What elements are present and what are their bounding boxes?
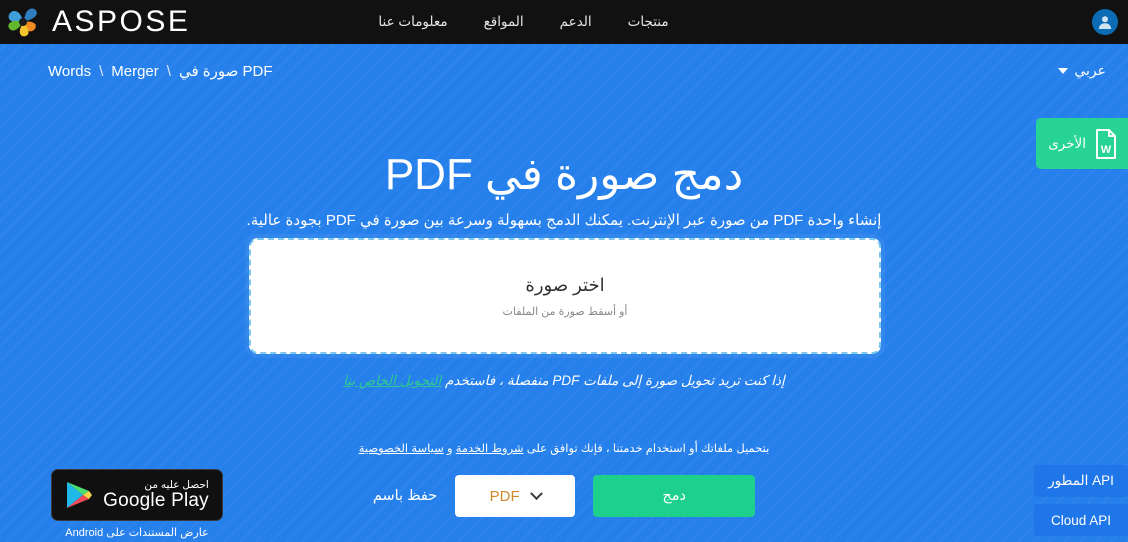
language-label: عربي <box>1074 62 1106 78</box>
breadcrumb-separator: \ <box>99 62 104 80</box>
top-navigation-bar: ASPOSE منتجات الدعم المواقع معلومات عنا <box>0 0 1128 44</box>
google-play-title: Google Play <box>103 489 209 511</box>
file-dropzone[interactable]: اختر صورة أو أسقط صورة من الملفات <box>249 238 881 354</box>
privacy-conjunction: و <box>446 443 453 455</box>
nav-item-support[interactable]: الدعم <box>560 14 592 30</box>
developer-api-button[interactable]: API المطور <box>1034 465 1128 497</box>
api-button-group: API المطور Cloud API <box>1034 465 1128 536</box>
separate-conversion-link[interactable]: التحويل الخاص بنا <box>343 373 441 388</box>
breadcrumb-separator: \ <box>166 62 171 80</box>
google-play-triangle-icon <box>67 482 93 508</box>
nav-item-about-us[interactable]: معلومات عنا <box>378 14 447 30</box>
output-format-value: PDF <box>489 487 520 505</box>
dropzone-title: اختر صورة <box>525 274 605 295</box>
helper-text: إذا كنت تريد تحويل صورة إلى ملفات PDF من… <box>445 373 785 388</box>
word-document-icon: W <box>1096 128 1116 159</box>
breadcrumb: Words \ Merger \ صورة في PDF <box>48 62 273 81</box>
chevron-down-icon <box>529 486 543 500</box>
hero-section: عربي Words \ Merger \ صورة في PDF دمج صو… <box>0 44 1128 542</box>
brand-name: ASPOSE <box>52 5 191 38</box>
google-play-badge[interactable]: احصل عليه من Google Play <box>51 469 223 521</box>
save-as-label: حفظ باسم <box>372 488 438 504</box>
output-format-select[interactable]: PDF <box>455 475 576 517</box>
google-play-pretext: احصل عليه من <box>144 478 209 491</box>
brand-logo[interactable]: ASPOSE <box>4 3 190 41</box>
main-menu: منتجات الدعم المواقع معلومات عنا <box>378 14 668 30</box>
privacy-notice: بتحميل ملفاتك أو استخدام خدمتنا ، فإنك ت… <box>0 441 1128 455</box>
privacy-policy-link[interactable]: سياسة الخصوصية <box>359 443 444 455</box>
nav-item-products[interactable]: منتجات <box>628 14 669 30</box>
google-play-promo: احصل عليه من Google Play عارض المستندات … <box>51 469 223 539</box>
breadcrumb-item-words[interactable]: Words <box>48 63 91 80</box>
merge-button[interactable]: دمج <box>593 475 756 517</box>
aspose-swirl-logo-icon <box>8 8 37 37</box>
terms-of-service-link[interactable]: شروط الخدمة <box>456 443 524 455</box>
privacy-text: بتحميل ملفاتك أو استخدام خدمتنا ، فإنك ت… <box>526 443 770 455</box>
user-avatar[interactable] <box>1092 9 1118 35</box>
breadcrumb-item-current[interactable]: صورة في PDF <box>179 62 273 80</box>
other-formats-label: الأخرى <box>1048 135 1086 151</box>
language-selector[interactable]: عربي <box>1058 62 1106 79</box>
cloud-api-button[interactable]: Cloud API <box>1034 504 1128 536</box>
chevron-down-icon <box>1058 67 1069 74</box>
nav-item-websites[interactable]: المواقع <box>484 14 524 30</box>
svg-text:W: W <box>1101 144 1112 156</box>
separate-conversion-hint: إذا كنت تريد تحويل صورة إلى ملفات PDF من… <box>0 373 1128 389</box>
user-avatar-icon <box>1098 16 1112 29</box>
breadcrumb-item-merger[interactable]: Merger <box>111 63 159 80</box>
google-play-caption: عارض المستندات على Android <box>65 527 209 539</box>
other-formats-tab[interactable]: W الأخرى <box>1036 118 1128 169</box>
dropzone-subtitle: أو أسقط صورة من الملفات <box>502 305 628 318</box>
page-title: دمج صورة في PDF <box>384 150 744 199</box>
page-subtitle: إنشاء واحدة PDF من صورة عبر الإنترنت. يم… <box>246 212 882 229</box>
